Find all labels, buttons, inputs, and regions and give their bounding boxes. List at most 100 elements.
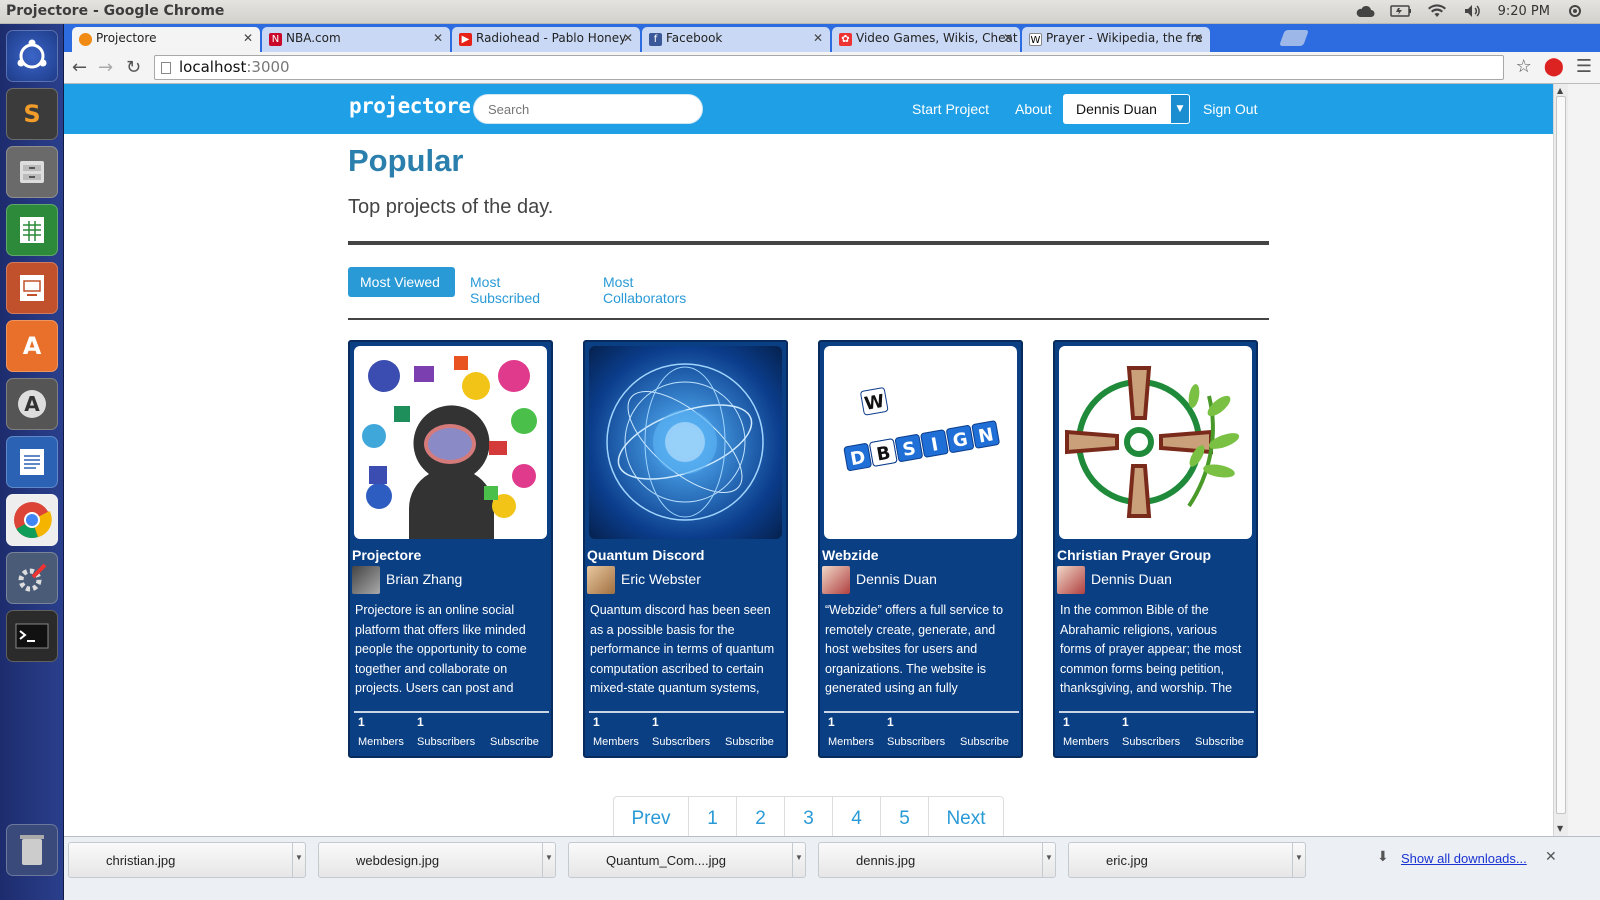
- reload-icon[interactable]: ↻: [126, 57, 141, 78]
- download-item[interactable]: christian.jpg ▼: [68, 842, 306, 878]
- tab-most-subscribed[interactable]: Most Subscribed: [458, 267, 580, 306]
- dash-home-icon[interactable]: [6, 30, 58, 82]
- bookmark-star-icon[interactable]: ☆: [1516, 56, 1532, 77]
- project-owner[interactable]: Dennis Duan: [1091, 571, 1172, 587]
- project-owner[interactable]: Brian Zhang: [386, 571, 462, 587]
- show-all-downloads-link[interactable]: Show all downloads...: [1401, 851, 1527, 866]
- tab-most-viewed[interactable]: Most Viewed: [348, 267, 455, 297]
- sign-out-link[interactable]: Sign Out: [1203, 101, 1257, 117]
- page-5[interactable]: 5: [881, 797, 929, 836]
- tab-projectore[interactable]: Projectore ✕: [72, 27, 260, 52]
- tab-video-games-wiki[interactable]: ✿ Video Games, Wikis, Cheat ✕: [832, 27, 1020, 52]
- page-2[interactable]: 2: [737, 797, 785, 836]
- terminal-icon[interactable]: [6, 610, 58, 662]
- close-tab-icon[interactable]: ✕: [243, 31, 253, 45]
- downloads-bar: christian.jpg ▼ webdesign.jpg ▼ Quantum_…: [64, 836, 1600, 882]
- software-center-icon[interactable]: A: [6, 320, 58, 372]
- chevron-down-icon[interactable]: ▼: [1042, 843, 1055, 877]
- user-menu-button[interactable]: Dennis Duan: [1063, 94, 1180, 124]
- card-divider: [824, 711, 1019, 713]
- tab-facebook[interactable]: f Facebook ✕: [642, 27, 830, 52]
- address-bar[interactable]: localhost:3000: [154, 55, 1504, 80]
- close-tab-icon[interactable]: ✕: [813, 31, 823, 45]
- chevron-down-icon[interactable]: ▼: [792, 843, 805, 877]
- tab-prayer-wikipedia[interactable]: W Prayer - Wikipedia, the fre ✕: [1022, 27, 1210, 52]
- power-gear-icon[interactable]: [1564, 3, 1586, 19]
- page-scrollbar[interactable]: ▲ ▼: [1553, 84, 1568, 836]
- spreadsheet-icon[interactable]: [6, 204, 58, 256]
- update-manager-icon[interactable]: A: [6, 378, 58, 430]
- tab-radiohead[interactable]: ▶ Radiohead - Pablo Honey ✕: [452, 27, 640, 52]
- brain-head-icon[interactable]: [354, 346, 547, 539]
- project-card[interactable]: Projectore Brian Zhang Projectore is an …: [348, 340, 553, 758]
- close-tab-icon[interactable]: ✕: [623, 31, 633, 45]
- download-item[interactable]: eric.jpg ▼: [1068, 842, 1306, 878]
- writer-document-icon[interactable]: [6, 436, 58, 488]
- download-filename: Quantum_Com....jpg: [606, 853, 726, 868]
- volume-icon[interactable]: [1462, 3, 1484, 19]
- close-tab-icon[interactable]: ✕: [433, 31, 443, 45]
- presentation-icon[interactable]: [6, 262, 58, 314]
- tab-most-collaborators[interactable]: Most Collaborators: [591, 267, 731, 306]
- page-4[interactable]: 4: [833, 797, 881, 836]
- chevron-down-icon[interactable]: ▼: [1292, 843, 1305, 877]
- scroll-down-icon[interactable]: ▼: [1557, 824, 1563, 833]
- project-owner[interactable]: Dennis Duan: [856, 571, 937, 587]
- scrollbar-thumb[interactable]: [1556, 96, 1566, 814]
- project-card[interactable]: Christian Prayer Group Dennis Duan In th…: [1053, 340, 1258, 758]
- project-title[interactable]: Projectore: [352, 547, 421, 563]
- close-tab-icon[interactable]: ✕: [1003, 31, 1013, 45]
- subscribe-link[interactable]: Subscribe: [1195, 736, 1244, 748]
- avatar[interactable]: [822, 566, 850, 594]
- clock[interactable]: 9:20 PM: [1498, 4, 1550, 19]
- trash-icon[interactable]: [6, 824, 58, 876]
- web-design-cubes-icon[interactable]: DESIGN WB: [824, 346, 1017, 539]
- page-1[interactable]: 1: [689, 797, 737, 836]
- system-settings-icon[interactable]: [6, 552, 58, 604]
- cross-olive-branch-icon[interactable]: [1059, 346, 1252, 539]
- project-card[interactable]: Quantum Discord Eric Webster Quantum dis…: [583, 340, 788, 758]
- close-tab-icon[interactable]: ✕: [1193, 31, 1203, 45]
- wifi-icon[interactable]: [1426, 3, 1448, 19]
- page-prev[interactable]: Prev: [614, 797, 689, 836]
- forward-arrow-icon[interactable]: →: [98, 57, 113, 78]
- download-filename: eric.jpg: [1106, 853, 1148, 868]
- about-link[interactable]: About: [1015, 101, 1052, 117]
- cloud-icon[interactable]: [1354, 3, 1376, 19]
- project-title[interactable]: Christian Prayer Group: [1057, 547, 1211, 563]
- page-3[interactable]: 3: [785, 797, 833, 836]
- subscribers-count: 1: [417, 715, 424, 729]
- file-cabinet-icon[interactable]: [6, 146, 58, 198]
- download-item[interactable]: dennis.jpg ▼: [818, 842, 1056, 878]
- avatar[interactable]: [352, 566, 380, 594]
- search-input[interactable]: [473, 94, 703, 124]
- project-title[interactable]: Webzide: [822, 547, 879, 563]
- avatar[interactable]: [587, 566, 615, 594]
- project-owner[interactable]: Eric Webster: [621, 571, 701, 587]
- scroll-up-icon[interactable]: ▲: [1557, 86, 1563, 95]
- project-title[interactable]: Quantum Discord: [587, 547, 704, 563]
- chrome-icon[interactable]: [6, 494, 58, 546]
- back-arrow-icon[interactable]: ←: [72, 57, 87, 78]
- chevron-down-icon[interactable]: ▼: [292, 843, 305, 877]
- subscribe-link[interactable]: Subscribe: [960, 736, 1009, 748]
- user-dropdown-caret-icon[interactable]: ▼: [1170, 94, 1190, 124]
- download-item[interactable]: Quantum_Com....jpg ▼: [568, 842, 806, 878]
- battery-icon[interactable]: [1389, 3, 1412, 19]
- new-tab-button[interactable]: [1279, 30, 1309, 46]
- project-card[interactable]: DESIGN WB Webzide Dennis Duan “Webzide” …: [818, 340, 1023, 758]
- sublime-text-icon[interactable]: S: [6, 88, 58, 140]
- adblock-icon[interactable]: ⬤: [1544, 56, 1564, 77]
- quantum-sphere-icon[interactable]: [589, 346, 782, 539]
- tab-nba[interactable]: N NBA.com ✕: [262, 27, 450, 52]
- subscribe-link[interactable]: Subscribe: [490, 736, 539, 748]
- chevron-down-icon[interactable]: ▼: [542, 843, 555, 877]
- download-item[interactable]: webdesign.jpg ▼: [318, 842, 556, 878]
- start-project-link[interactable]: Start Project: [912, 101, 989, 117]
- page-next[interactable]: Next: [929, 797, 1003, 836]
- subscribe-link[interactable]: Subscribe: [725, 736, 774, 748]
- avatar[interactable]: [1057, 566, 1085, 594]
- site-logo[interactable]: projectore: [349, 94, 471, 118]
- menu-icon[interactable]: ☰: [1576, 56, 1592, 77]
- close-downloads-icon[interactable]: ✕: [1545, 849, 1557, 865]
